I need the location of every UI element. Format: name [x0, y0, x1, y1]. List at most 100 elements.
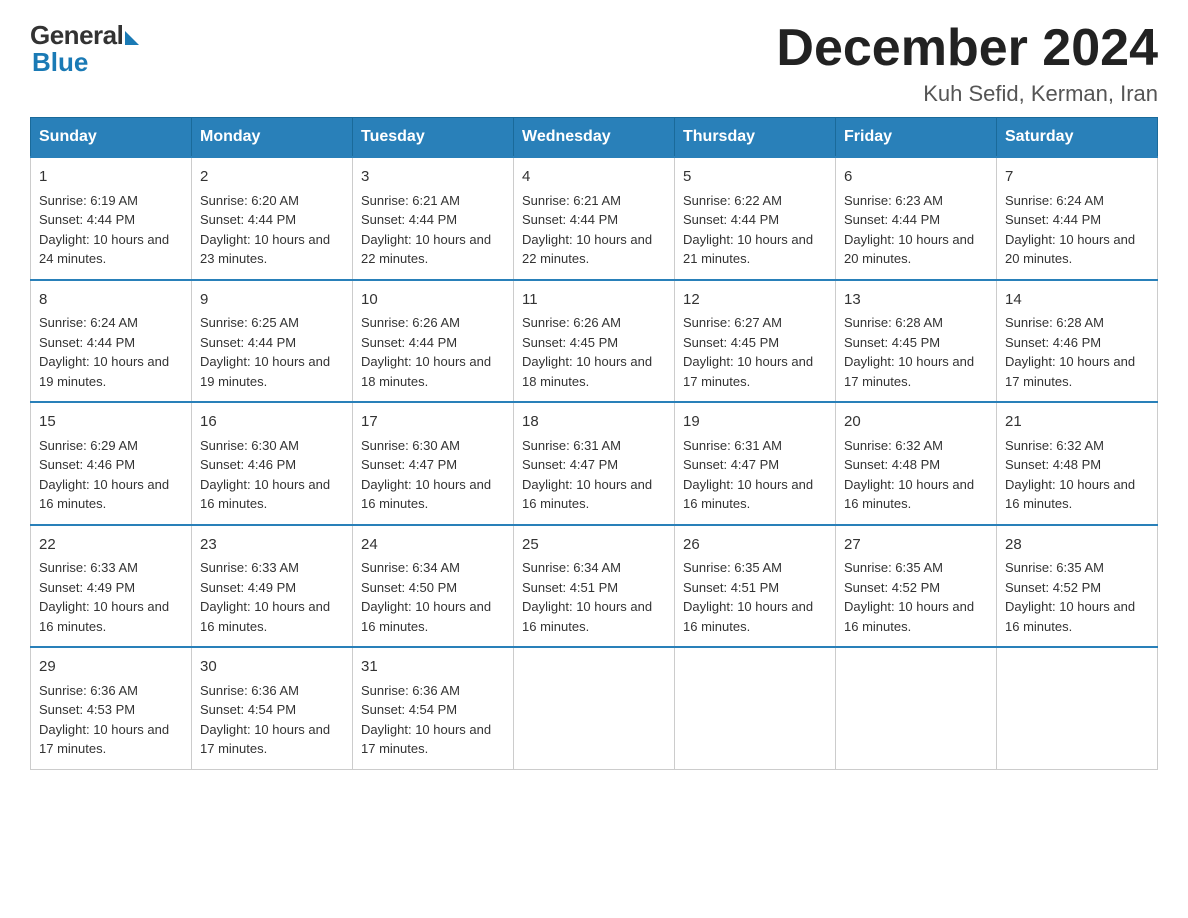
calendar-cell: 3Sunrise: 6:21 AMSunset: 4:44 PMDaylight…: [353, 157, 514, 280]
day-number: 17: [361, 411, 505, 434]
day-number: 21: [1005, 411, 1149, 434]
week-row-1: 1Sunrise: 6:19 AMSunset: 4:44 PMDaylight…: [31, 157, 1158, 280]
sunrise-text: Sunrise: 6:22 AM: [683, 193, 782, 208]
sunrise-text: Sunrise: 6:24 AM: [1005, 193, 1104, 208]
calendar-cell: 5Sunrise: 6:22 AMSunset: 4:44 PMDaylight…: [675, 157, 836, 280]
daylight-text: Daylight: 10 hours and 18 minutes.: [361, 354, 491, 389]
calendar-cell: 10 Sunrise: 6:26 AM Sunset: 4:44 PM Dayligh…: [353, 280, 514, 403]
day-number: 2: [200, 166, 344, 189]
daylight-text: Daylight: 10 hours and 16 minutes.: [39, 477, 169, 512]
daylight-text: Daylight: 10 hours and 19 minutes.: [200, 354, 330, 389]
month-title: December 2024: [776, 20, 1158, 77]
calendar-cell: 24Sunrise: 6:34 AMSunset: 4:50 PMDayligh…: [353, 525, 514, 648]
day-number: 3: [361, 166, 505, 189]
week-row-5: 29Sunrise: 6:36 AMSunset: 4:53 PMDayligh…: [31, 647, 1158, 769]
sunset-text: Sunset: 4:49 PM: [39, 580, 135, 595]
day-number: 31: [361, 656, 505, 679]
sunrise-text: Sunrise: 6:36 AM: [361, 683, 460, 698]
sunrise-text: Sunrise: 6:28 AM: [1005, 315, 1104, 330]
day-number: 20: [844, 411, 988, 434]
calendar-cell: [997, 647, 1158, 769]
day-number: 24: [361, 534, 505, 557]
day-number: 14: [1005, 289, 1149, 312]
calendar-cell: 23Sunrise: 6:33 AMSunset: 4:49 PMDayligh…: [192, 525, 353, 648]
calendar-cell: 11Sunrise: 6:26 AMSunset: 4:45 PMDayligh…: [514, 280, 675, 403]
sunrise-text: Sunrise: 6:21 AM: [522, 193, 621, 208]
sunrise-text: Sunrise: 6:28 AM: [844, 315, 943, 330]
day-number: 27: [844, 534, 988, 557]
day-number: 25: [522, 534, 666, 557]
logo-arrow-icon: [125, 31, 139, 45]
sunrise-text: Sunrise: 6:19 AM: [39, 193, 138, 208]
sunset-text: Sunset: 4:54 PM: [200, 702, 296, 717]
day-header-friday: Friday: [836, 118, 997, 158]
sunset-text: Sunset: 4:52 PM: [844, 580, 940, 595]
sunset-text: Sunset: 4:44 PM: [1005, 212, 1101, 227]
day-number: 11: [522, 289, 666, 312]
day-header-monday: Monday: [192, 118, 353, 158]
day-number: 30: [200, 656, 344, 679]
sunrise-text: Sunrise: 6:35 AM: [1005, 560, 1104, 575]
sunset-text: Sunset: 4:45 PM: [844, 335, 940, 350]
calendar-cell: 16Sunrise: 6:30 AMSunset: 4:46 PMDayligh…: [192, 402, 353, 525]
calendar-cell: 6Sunrise: 6:23 AMSunset: 4:44 PMDaylight…: [836, 157, 997, 280]
calendar-cell: 18Sunrise: 6:31 AMSunset: 4:47 PMDayligh…: [514, 402, 675, 525]
page-header: General Blue December 2024 Kuh Sefid, Ke…: [30, 20, 1158, 107]
day-number: 9: [200, 289, 344, 312]
calendar-cell: 27 Sunrise: 6:35 AM Sunset: 4:52 PM Dayligh…: [836, 525, 997, 648]
daylight-text: Daylight: 10 hours and 17 minutes.: [39, 722, 169, 757]
location: Kuh Sefid, Kerman, Iran: [776, 81, 1158, 107]
daylight-text: Daylight: 10 hours and 17 minutes.: [844, 354, 974, 389]
daylight-text: Daylight: 10 hours and 22 minutes.: [361, 232, 491, 267]
sunrise-text: Sunrise: 6:36 AM: [200, 683, 299, 698]
sunrise-text: Sunrise: 6:33 AM: [39, 560, 138, 575]
day-number: 5: [683, 166, 827, 189]
calendar-cell: 31Sunrise: 6:36 AMSunset: 4:54 PMDayligh…: [353, 647, 514, 769]
daylight-text: Daylight: 10 hours and 16 minutes.: [522, 599, 652, 634]
sunrise-text: Sunrise: 6:26 AM: [361, 315, 460, 330]
sunset-text: Sunset: 4:45 PM: [683, 335, 779, 350]
sunrise-text: Sunrise: 6:20 AM: [200, 193, 299, 208]
sunrise-text: Sunrise: 6:31 AM: [522, 438, 621, 453]
title-section: December 2024 Kuh Sefid, Kerman, Iran: [776, 20, 1158, 107]
week-row-2: 8Sunrise: 6:24 AMSunset: 4:44 PMDaylight…: [31, 280, 1158, 403]
sunset-text: Sunset: 4:47 PM: [522, 457, 618, 472]
sunset-text: Sunset: 4:48 PM: [844, 457, 940, 472]
day-number: 12: [683, 289, 827, 312]
sunrise-text: Sunrise: 6:32 AM: [844, 438, 943, 453]
day-header-sunday: Sunday: [31, 118, 192, 158]
daylight-text: Daylight: 10 hours and 17 minutes.: [1005, 354, 1135, 389]
daylight-text: Daylight: 10 hours and 16 minutes.: [1005, 599, 1135, 634]
day-number: 10: [361, 289, 505, 312]
days-header-row: SundayMondayTuesdayWednesdayThursdayFrid…: [31, 118, 1158, 158]
sunset-text: Sunset: 4:46 PM: [39, 457, 135, 472]
day-number: 8: [39, 289, 183, 312]
sunset-text: Sunset: 4:47 PM: [683, 457, 779, 472]
sunrise-text: Sunrise: 6:27 AM: [683, 315, 782, 330]
sunset-text: Sunset: 4:44 PM: [361, 335, 457, 350]
day-number: 19: [683, 411, 827, 434]
daylight-text: Daylight: 10 hours and 21 minutes.: [683, 232, 813, 267]
week-row-3: 15 Sunrise: 6:29 AM Sunset: 4:46 PM Dayligh…: [31, 402, 1158, 525]
daylight-text: Daylight: 10 hours and 16 minutes.: [844, 599, 974, 634]
calendar-cell: 8Sunrise: 6:24 AMSunset: 4:44 PMDaylight…: [31, 280, 192, 403]
calendar-cell: 14Sunrise: 6:28 AMSunset: 4:46 PMDayligh…: [997, 280, 1158, 403]
calendar-cell: 2Sunrise: 6:20 AMSunset: 4:44 PMDaylight…: [192, 157, 353, 280]
sunset-text: Sunset: 4:44 PM: [844, 212, 940, 227]
calendar-cell: 19Sunrise: 6:31 AMSunset: 4:47 PMDayligh…: [675, 402, 836, 525]
day-header-tuesday: Tuesday: [353, 118, 514, 158]
sunset-text: Sunset: 4:49 PM: [200, 580, 296, 595]
daylight-text: Daylight: 10 hours and 17 minutes.: [683, 354, 813, 389]
calendar-cell: 1Sunrise: 6:19 AMSunset: 4:44 PMDaylight…: [31, 157, 192, 280]
sunset-text: Sunset: 4:45 PM: [522, 335, 618, 350]
day-number: 22: [39, 534, 183, 557]
logo: General Blue: [30, 20, 139, 78]
sunset-text: Sunset: 4:53 PM: [39, 702, 135, 717]
sunrise-text: Sunrise: 6:29 AM: [39, 438, 138, 453]
sunset-text: Sunset: 4:46 PM: [200, 457, 296, 472]
sunrise-text: Sunrise: 6:34 AM: [522, 560, 621, 575]
sunrise-text: Sunrise: 6:35 AM: [844, 560, 943, 575]
daylight-text: Daylight: 10 hours and 22 minutes.: [522, 232, 652, 267]
sunset-text: Sunset: 4:52 PM: [1005, 580, 1101, 595]
day-number: 15: [39, 411, 183, 434]
